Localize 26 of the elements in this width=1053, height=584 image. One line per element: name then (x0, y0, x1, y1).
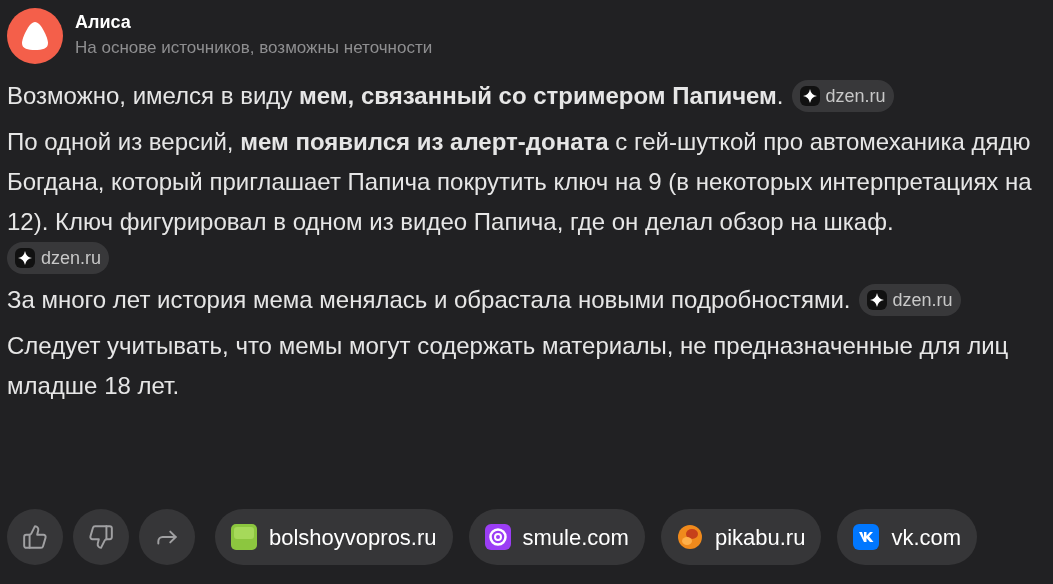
thumbs-up-icon (22, 524, 48, 550)
answer-paragraph: По одной из версий, мем появился из алерт-доната с гей-шуткой про автомеханика дядю Богдана, который приглашает Папича покрутить ключ на 9 (в некоторых интерпретациях на 12). Ключ фигурировал в одном из видео Папича, где он делал обзор на шкаф. (7, 127, 1033, 237)
like-button[interactable] (7, 509, 63, 565)
source-chip[interactable]: dzen.ru (858, 284, 961, 316)
share-button[interactable] (139, 509, 195, 565)
source-link[interactable]: bolshoyvopros.ru (215, 509, 453, 565)
logo-icon (484, 524, 511, 550)
source-link[interactable]: vk.com (837, 509, 978, 565)
source-link[interactable]: pikabu.ru (660, 509, 822, 565)
logo-icon (231, 524, 257, 550)
avatar-icon (7, 8, 63, 64)
logo-icon (853, 524, 880, 550)
thumbs-down-icon (88, 524, 114, 550)
sparkle-icon (15, 248, 35, 268)
source-chip[interactable]: dzen.ru (791, 80, 894, 112)
sparkle-icon (866, 290, 887, 310)
answer-paragraph: За много лет история мема менялась и обрастала новыми подробностями. (7, 285, 851, 315)
disclaimer-text: На основе источников, возможны неточности (75, 37, 433, 59)
source-chip[interactable]: dzen.ru (7, 242, 110, 274)
logo-icon (676, 524, 703, 550)
answer-paragraph: Следует учитывать, что мемы могут содержать материалы, не предназначенные для лиц младше 18 лет. (7, 331, 1010, 401)
dislike-button[interactable] (73, 509, 129, 565)
source-link[interactable]: smule.com (468, 509, 645, 565)
assistant-name: Алиса (75, 11, 132, 34)
sparkle-icon (799, 86, 820, 106)
answer-paragraph: Возможно, имелся в виду мем, связанный со стримером Папичем. (7, 81, 784, 111)
